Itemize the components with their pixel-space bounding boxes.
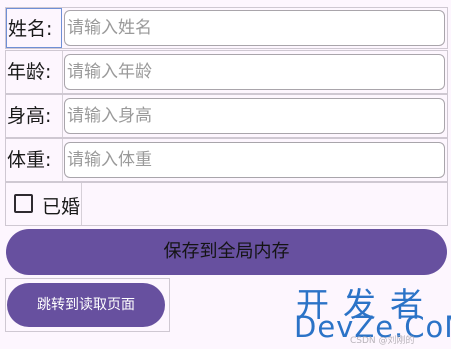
jump-button-cell: 跳转到读取页面 [5, 278, 170, 332]
cell-divider [62, 51, 63, 93]
married-row: 已婚 [5, 182, 448, 226]
app-screen: 姓名: 年龄: 身高: 体重: 已婚 保存到全局内存 跳转到读取页面 开发者 D… [0, 0, 451, 349]
name-input[interactable] [64, 10, 445, 46]
height-input[interactable] [64, 98, 445, 134]
watermark-source: CSDN @刘刚的 [350, 336, 415, 346]
age-input[interactable] [64, 54, 445, 90]
weight-input[interactable] [64, 142, 445, 178]
married-checkbox[interactable] [14, 194, 33, 213]
name-row: 姓名: [5, 7, 448, 49]
cell-divider [62, 139, 63, 181]
cell-divider [81, 183, 82, 225]
jump-to-read-page-button[interactable]: 跳转到读取页面 [7, 283, 165, 327]
cell-divider [62, 95, 63, 137]
married-label[interactable]: 已婚 [42, 192, 80, 219]
age-label: 年龄: [7, 61, 52, 83]
weight-row: 体重: [5, 138, 448, 182]
save-to-global-memory-button[interactable]: 保存到全局内存 [6, 229, 447, 275]
height-row: 身高: [5, 94, 448, 138]
weight-label: 体重: [7, 149, 52, 171]
age-row: 年龄: [5, 50, 448, 94]
married-checkbox-cell[interactable]: 已婚 [6, 183, 81, 225]
height-label: 身高: [7, 105, 52, 127]
name-label: 姓名: [6, 8, 62, 48]
